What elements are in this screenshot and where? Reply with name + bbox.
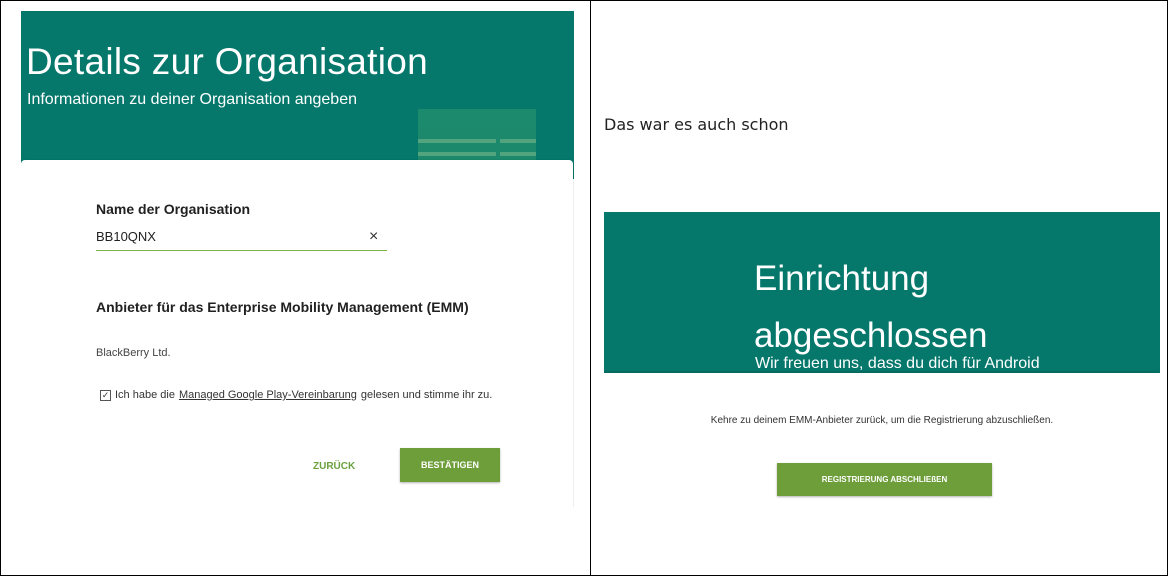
setup-complete-subtitle: Wir freuen uns, dass du dich für Android <box>755 355 1040 372</box>
illustration-line <box>500 152 536 156</box>
table-border-left <box>0 0 1 576</box>
setup-complete-title: Einrichtung abgeschlossen <box>754 250 988 364</box>
illustration-line <box>418 139 496 143</box>
organization-details-screen: Details zur Organisation Informationen z… <box>21 11 574 507</box>
setup-complete-screen: Einrichtung abgeschlossen Wir freuen uns… <box>604 212 1160 548</box>
completion-note: Das war es auch schon <box>604 115 789 134</box>
agreement-row: ✓ Ich habe die Managed Google Play-Verei… <box>100 389 492 401</box>
emm-provider-label: Anbieter für das Enterprise Mobility Man… <box>96 299 469 315</box>
agreement-checkbox[interactable]: ✓ <box>100 389 111 401</box>
illustration-line <box>500 139 536 143</box>
org-name-underline <box>96 250 387 251</box>
setup-complete-header: Einrichtung abgeschlossen Wir freuen uns… <box>604 212 1160 374</box>
title-line-1: Einrichtung <box>754 259 930 298</box>
setup-complete-card: Kehre zu deinem EMM-Anbieter zurück, um … <box>604 373 1160 548</box>
table-border-top <box>0 0 1168 1</box>
page-title: Details zur Organisation <box>26 41 429 82</box>
page-subtitle: Informationen zu deiner Organisation ang… <box>27 91 357 108</box>
organization-header: Details zur Organisation Informationen z… <box>21 11 574 179</box>
finish-registration-button[interactable]: REGISTRIERUNG ABSCHLIEßEN <box>777 463 992 496</box>
organization-form-card: Name der Organisation BB10QNX × Anbieter… <box>21 160 573 507</box>
return-instructions: Kehre zu deinem EMM-Anbieter zurück, um … <box>710 415 1054 426</box>
org-name-input[interactable]: BB10QNX <box>96 229 156 244</box>
agreement-prefix: Ich habe die <box>115 389 175 401</box>
org-name-label: Name der Organisation <box>96 201 251 217</box>
back-button[interactable]: ZURÜCK <box>313 461 355 472</box>
confirm-button[interactable]: BESTÄTIGEN <box>400 448 500 482</box>
emm-provider-value: BlackBerry Ltd. <box>96 347 171 359</box>
agreement-suffix: gelesen und stimme ihr zu. <box>360 389 493 401</box>
agreement-link[interactable]: Managed Google Play-Vereinbarung <box>179 389 357 401</box>
clear-icon[interactable]: × <box>369 228 378 246</box>
illustration-line <box>418 152 496 156</box>
table-border-middle <box>590 0 591 576</box>
